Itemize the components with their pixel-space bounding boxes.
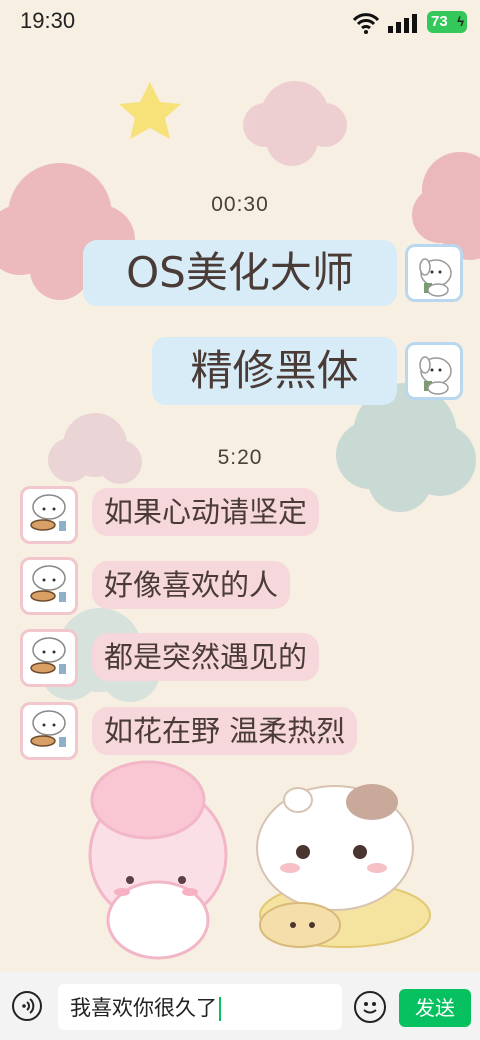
voice-icon: [22, 998, 35, 1014]
contact-avatar[interactable]: [20, 486, 78, 544]
received-message-bubble[interactable]: 如花在野 温柔热烈: [92, 707, 358, 755]
status-bar: 19:30 73 ϟ: [0, 0, 480, 46]
puppy-avatar-icon: [419, 356, 452, 395]
puppy-avatar-icon: [419, 258, 452, 297]
battery-level: 73: [431, 13, 448, 30]
sent-message-bubble[interactable]: 精修黑体: [152, 337, 397, 405]
message-text: 精修黑体: [190, 346, 359, 395]
chef-cat-avatar-icon: [30, 710, 66, 747]
battery-indicator: 73 ϟ: [427, 11, 467, 33]
message-text: 好像喜欢的人: [104, 568, 279, 602]
emoji-button[interactable]: [354, 991, 386, 1023]
wifi-icon: [352, 13, 380, 34]
message-text: 如果心动请坚定: [104, 495, 308, 529]
received-message-bubble[interactable]: 如果心动请坚定: [92, 488, 320, 536]
text-cursor: [219, 997, 221, 1021]
send-button[interactable]: 发送: [399, 989, 471, 1027]
user-avatar[interactable]: [405, 342, 463, 400]
cellular-signal-icon: [388, 14, 417, 33]
cloud-decoration: [243, 81, 347, 166]
message-timestamp: 00:30: [211, 193, 269, 216]
chef-cat-avatar-icon: [30, 565, 66, 602]
chef-cat-avatar-icon: [30, 494, 66, 531]
star-decoration: [119, 82, 181, 139]
emoji-icon: [363, 1002, 377, 1014]
voice-input-button[interactable]: [12, 991, 42, 1021]
input-text: 我喜欢你很久了: [70, 996, 217, 1020]
received-message-bubble[interactable]: 好像喜欢的人: [92, 561, 291, 609]
message-text: OS美化大师: [126, 248, 354, 297]
user-avatar[interactable]: [405, 244, 463, 302]
message-input[interactable]: 我喜欢你很久了: [58, 984, 342, 1030]
contact-avatar[interactable]: [20, 702, 78, 760]
cat-character: [256, 784, 431, 948]
message-timestamp: 5:20: [217, 446, 263, 469]
sent-message-bubble[interactable]: OS美化大师: [83, 240, 397, 306]
charging-icon: ϟ: [457, 14, 464, 29]
contact-avatar[interactable]: [20, 629, 78, 687]
received-message-bubble[interactable]: 都是突然遇见的: [92, 633, 320, 681]
message-text: 都是突然遇见的: [104, 640, 308, 674]
chat-input-bar: 我喜欢你很久了 发送: [0, 972, 480, 1040]
chef-cat-avatar-icon: [30, 637, 66, 674]
contact-avatar[interactable]: [20, 557, 78, 615]
pink-bunny-character: [88, 760, 228, 960]
status-time: 19:30: [20, 8, 76, 33]
message-text: 如花在野 温柔热烈: [104, 714, 346, 748]
message-input-value: 我喜欢你很久了: [70, 992, 221, 1022]
